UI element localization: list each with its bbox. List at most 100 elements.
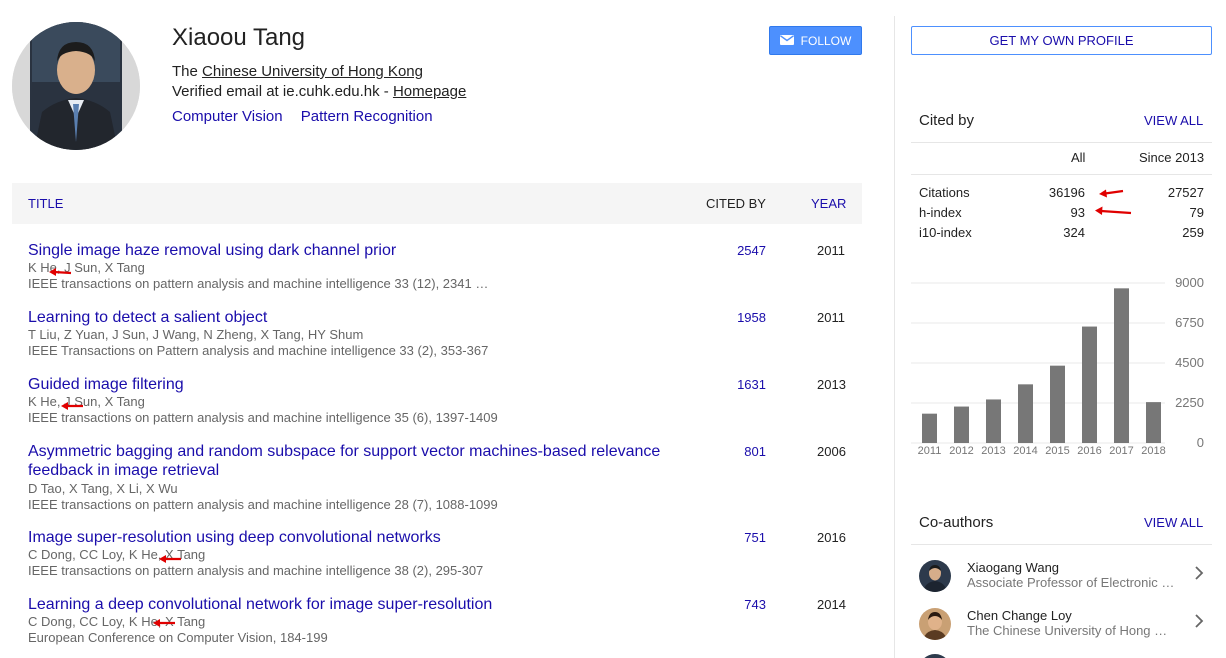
annotation-arrow-icon (159, 555, 181, 563)
stat-label: i10-index (919, 225, 972, 240)
affiliation-prefix: The (172, 63, 203, 80)
sort-by-year[interactable]: YEAR (811, 196, 846, 211)
article-year: 2006 (817, 444, 846, 459)
x-tick-label: 2016 (1077, 445, 1101, 457)
chevron-right-icon (1195, 614, 1204, 628)
x-tick-label: 2018 (1141, 445, 1165, 457)
divider (911, 142, 1212, 143)
cited-by-count-link[interactable]: 1958 (737, 310, 766, 325)
cited-by-count-link[interactable]: 2547 (737, 243, 766, 258)
affiliation-link[interactable]: Chinese University of Hong Kong (202, 63, 423, 80)
cited-by-header: CITED BY (706, 196, 766, 211)
homepage-link[interactable]: Homepage (393, 83, 466, 100)
envelope-icon (779, 34, 794, 48)
chart-bar-2013[interactable] (986, 399, 1001, 443)
divider (911, 174, 1212, 175)
chart-bar-2012[interactable] (954, 406, 969, 443)
chart-bar-2017[interactable] (1114, 288, 1129, 443)
article-venue: European Conference on Computer Vision, … (28, 630, 328, 645)
stats-col-since: Since 2013 (1139, 150, 1205, 165)
x-tick-label: 2017 (1109, 445, 1133, 457)
coauthors-view-all-link[interactable]: VIEW ALL (1144, 515, 1203, 530)
stat-all: 93 (1070, 205, 1085, 220)
table-row: Asymmetric bagging and random subspace f… (12, 442, 862, 518)
interest-link-pattern-recognition[interactable]: Pattern Recognition (301, 108, 433, 125)
cited-by-title: Cited by (919, 112, 975, 129)
table-row: Image super-resolution using deep convol… (12, 528, 862, 584)
sort-by-title[interactable]: TITLE (28, 196, 63, 211)
interest-link-computer-vision[interactable]: Computer Vision (172, 108, 283, 125)
coauthor-avatar (919, 560, 951, 592)
article-title-link[interactable]: Image super-resolution using deep convol… (28, 528, 678, 547)
annotation-arrow-icon (1099, 189, 1124, 198)
coauthor-item[interactable]: Chen Change Loy The Chinese University o… (911, 608, 1212, 656)
coauthor-name: Xiaogang Wang (967, 560, 1060, 575)
profile-affiliation: The Chinese University of Hong Kong (172, 63, 423, 80)
annotation-arrow-icon (153, 619, 175, 627)
annotation-arrow-icon (1095, 206, 1132, 215)
coauthor-avatar (919, 608, 951, 640)
article-title-link[interactable]: Learning to detect a salient object (28, 308, 678, 327)
coauthors-title: Co-authors (919, 514, 994, 531)
cited-by-count-link[interactable]: 801 (744, 444, 766, 459)
article-title-link[interactable]: Guided image filtering (28, 375, 678, 394)
chart-bar-2014[interactable] (1018, 384, 1033, 443)
cited-by-count-link[interactable]: 751 (744, 530, 766, 545)
article-authors: T Liu, Z Yuan, J Sun, J Wang, N Zheng, X… (28, 327, 364, 342)
stat-label: Citations (919, 185, 970, 200)
annotation-arrow-icon (49, 268, 72, 276)
chart-bar-2018[interactable] (1146, 402, 1161, 443)
article-venue: IEEE transactions on pattern analysis an… (28, 497, 498, 512)
table-row: Guided image filtering K He, J Sun, X Ta… (12, 375, 862, 431)
articles-table-header: TITLE CITED BY YEAR (12, 183, 862, 224)
article-authors: K He, J Sun, X Tang (28, 394, 145, 409)
cited-by-count-link[interactable]: 1631 (737, 377, 766, 392)
chevron-right-icon (1195, 566, 1204, 580)
profile-avatar (12, 22, 140, 150)
stat-all: 36196 (1048, 185, 1085, 200)
x-tick-label: 2014 (1013, 445, 1037, 457)
article-year: 2011 (817, 310, 845, 325)
cited-by-count-link[interactable]: 743 (744, 597, 766, 612)
coauthor-affiliation: The Chinese University of Hong Kong (967, 623, 1175, 638)
table-row: Single image haze removal using dark cha… (12, 241, 862, 297)
coauthor-avatar-partial (919, 654, 951, 658)
stat-all: 324 (1063, 225, 1085, 240)
cited-by-view-all-link[interactable]: VIEW ALL (1144, 113, 1203, 128)
y-tick-label: 0 (1197, 435, 1204, 450)
main-panel: Xiaoou Tang The Chinese University of Ho… (0, 0, 894, 658)
coauthor-affiliation: Associate Professor of Electronic Engine… (967, 575, 1175, 590)
coauthor-item[interactable]: Xiaogang Wang Associate Professor of Ele… (911, 560, 1212, 608)
divider (911, 544, 1212, 545)
x-tick-label: 2015 (1045, 445, 1069, 457)
table-row: Learning to detect a salient object T Li… (12, 308, 862, 364)
article-title-link[interactable]: Single image haze removal using dark cha… (28, 241, 678, 260)
follow-button[interactable]: FOLLOW (769, 26, 862, 55)
article-venue: IEEE transactions on pattern analysis an… (28, 276, 489, 291)
get-my-own-profile-button[interactable]: GET MY OWN PROFILE (911, 26, 1212, 55)
research-interests: Computer Vision Pattern Recognition (172, 108, 447, 125)
stats-col-all: All (1071, 150, 1086, 165)
article-year: 2011 (817, 243, 845, 258)
article-year: 2014 (817, 597, 846, 612)
article-title-link[interactable]: Learning a deep convolutional network fo… (28, 595, 678, 614)
article-title-link[interactable]: Asymmetric bagging and random subspace f… (28, 442, 678, 480)
x-tick-label: 2011 (918, 445, 942, 457)
table-row: Learning a deep convolutional network fo… (12, 595, 862, 651)
chart-bar-2016[interactable] (1082, 326, 1097, 443)
y-tick-label: 2250 (1175, 395, 1204, 410)
x-tick-label: 2012 (949, 445, 973, 457)
stat-since: 259 (1182, 225, 1204, 240)
article-authors: K He, J Sun, X Tang (28, 260, 145, 275)
stat-since: 79 (1189, 205, 1204, 220)
chart-bar-2015[interactable] (1050, 365, 1065, 443)
article-venue: IEEE Transactions on Pattern analysis an… (28, 343, 489, 358)
article-year: 2013 (817, 377, 846, 392)
follow-label: FOLLOW (800, 33, 852, 48)
y-tick-label: 6750 (1175, 315, 1204, 330)
article-venue: IEEE transactions on pattern analysis an… (28, 410, 498, 425)
article-authors: C Dong, CC Loy, K He, X Tang (28, 614, 206, 629)
chart-bar-2011[interactable] (922, 413, 937, 443)
article-year: 2016 (817, 530, 846, 545)
citations-per-year-chart: 2011 2012 2013 2014 2015 2016 2017 2018 9000 675… (911, 275, 1204, 457)
